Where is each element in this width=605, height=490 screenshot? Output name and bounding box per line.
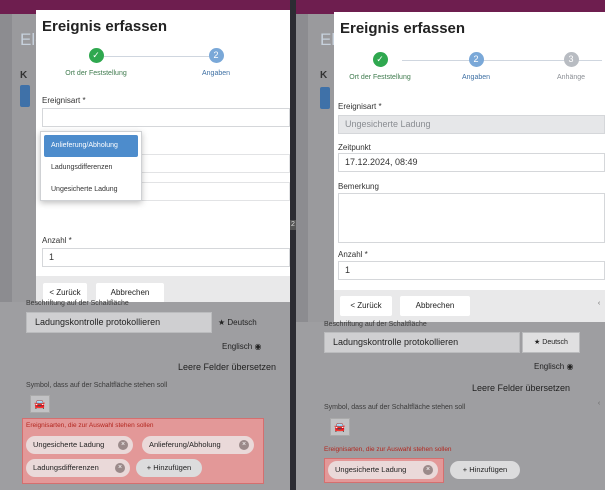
step-number: 2 (468, 52, 484, 67)
ereignisarten-label: Ereignisarten, die zur Auswahl stehen so… (26, 422, 154, 429)
deutsch-language[interactable]: ★ Deutsch (218, 318, 257, 327)
hinzufuegen-button[interactable]: + Hinzufügen (450, 461, 520, 479)
stepper: ✓ Ort der Feststellung 2 Angaben 3 Anhän… (334, 52, 605, 92)
beschriftung-label: Beschriftung auf der Schaltfläche (26, 300, 129, 307)
step-label: Anhänge (556, 74, 586, 81)
tag-label: Ladungsdifferenzen (33, 463, 99, 472)
step-label: Angaben (201, 70, 231, 77)
hinzufuegen-button[interactable]: + Hinzufügen (136, 459, 202, 477)
step-angaben[interactable]: 2 Angaben (186, 48, 246, 77)
anzahl-input[interactable]: 1 (338, 261, 605, 280)
deutsch-language[interactable]: ★ Deutsch (522, 332, 580, 353)
bemerkung-textarea[interactable] (338, 193, 605, 243)
ereignisart-select[interactable]: Ungesicherte Ladung (338, 115, 605, 134)
cancel-button[interactable]: Abbrechen (400, 296, 470, 316)
dropdown-option[interactable]: Ungesicherte Ladung (44, 179, 138, 201)
zeitpunkt-label: Zeitpunkt (338, 143, 371, 152)
step-label: Ort der Feststellung (349, 74, 411, 81)
englisch-label: Englisch (534, 362, 565, 371)
step-label: Ort der Feststellung (65, 70, 127, 77)
ereignisarten-label: Ereignisarten, die zur Auswahl stehen so… (324, 446, 452, 453)
beschriftung-input[interactable]: Ladungskontrolle protokollieren (324, 332, 520, 353)
anzahl-label: Anzahl * (42, 236, 72, 245)
ereignis-modal: Ereignis erfassen ✓ Ort der Feststellung… (334, 12, 605, 322)
hidden-field-2[interactable] (141, 182, 290, 201)
chevron-left-icon[interactable]: ‹ (593, 400, 605, 407)
car-icon[interactable]: 🚘 (330, 418, 350, 436)
background-label: K (320, 70, 328, 81)
step-ort[interactable]: ✓ Ort der Feststellung (340, 52, 420, 81)
close-icon[interactable]: × (239, 440, 249, 450)
right-screenshot-panel: Ele K Ereignis erfassen ✓ Ort der Festst… (296, 0, 605, 490)
englisch-language[interactable]: Englisch ◉ (222, 342, 261, 351)
tag-label: Ungesicherte Ladung (33, 440, 105, 449)
step-number: 2 (208, 48, 224, 63)
modal-title: Ereignis erfassen (42, 18, 168, 35)
left-screenshot-panel: Ele K Ereignis erfassen ✓ Ort der Festst… (0, 0, 290, 490)
check-icon: ✓ (88, 48, 104, 63)
ereignisart-label: Ereignisart * (42, 96, 86, 105)
globe-icon: ◉ (566, 362, 574, 371)
englisch-language[interactable]: Englisch ◉ (534, 362, 573, 371)
englisch-label: Englisch (222, 342, 253, 351)
dropdown-option[interactable]: Ladungsdifferenzen (44, 157, 138, 179)
back-button[interactable]: < Zurück (340, 296, 392, 316)
deutsch-label: Deutsch (542, 339, 568, 346)
stepper: ✓ Ort der Feststellung 2 Angaben (36, 48, 290, 88)
dropdown-option[interactable]: Anlieferung/Abholung (44, 135, 138, 157)
symbol-label: Symbol, dass auf der Schaltfläche stehen… (26, 382, 168, 389)
star-icon: ★ (534, 339, 541, 346)
step-number: 3 (563, 52, 579, 67)
background-blue-button[interactable] (320, 87, 330, 109)
ereignisart-select[interactable] (42, 108, 290, 127)
beschriftung-input[interactable]: Ladungskontrolle protokollieren (26, 312, 212, 333)
zeitpunkt-input[interactable]: 17.12.2024, 08:49 (338, 153, 605, 172)
tag-label: Anlieferung/Abholung (149, 440, 221, 449)
ereignisart-dropdown: Anlieferung/Abholung Ladungsdifferenzen … (40, 131, 142, 201)
step-label: Angaben (461, 74, 491, 81)
uebersetzen-button[interactable]: Leere Felder übersetzen (178, 362, 276, 372)
uebersetzen-button[interactable]: Leere Felder übersetzen (472, 383, 570, 393)
event-type-tag[interactable]: Ungesicherte Ladung × (328, 461, 438, 479)
event-type-tag[interactable]: Ladungsdifferenzen × (26, 459, 130, 477)
hidden-field-1[interactable] (141, 154, 290, 173)
globe-icon: ◉ (254, 342, 262, 351)
close-icon[interactable]: × (423, 465, 433, 475)
anzahl-input[interactable]: 1 (42, 248, 290, 267)
beschriftung-label: Beschriftung auf der Schaltfläche (324, 321, 427, 328)
deutsch-label: Deutsch (227, 318, 257, 327)
ereignisart-label: Ereignisart * (338, 102, 382, 111)
event-type-tag[interactable]: Anlieferung/Abholung × (142, 436, 254, 454)
modal-title: Ereignis erfassen (340, 20, 466, 37)
background-label: K (20, 70, 28, 81)
close-icon[interactable]: × (115, 463, 125, 473)
step-angaben[interactable]: 2 Angaben (446, 52, 506, 81)
step-anhaenge[interactable]: 3 Anhänge (544, 52, 598, 81)
bemerkung-label: Bemerkung (338, 182, 379, 191)
event-type-tag[interactable]: Ungesicherte Ladung × (26, 436, 133, 454)
tag-label: Ungesicherte Ladung (335, 465, 407, 474)
modal-footer: < Zurück Abbrechen (334, 290, 605, 322)
step-ort[interactable]: ✓ Ort der Feststellung (56, 48, 136, 77)
car-icon[interactable]: 🚘 (30, 395, 50, 413)
background-blue-button[interactable] (20, 85, 30, 107)
chevron-left-icon[interactable]: ‹ (593, 300, 605, 307)
close-icon[interactable]: × (118, 440, 128, 450)
check-icon: ✓ (372, 52, 388, 67)
symbol-label: Symbol, dass auf der Schaltfläche stehen… (324, 404, 466, 411)
anzahl-label: Anzahl * (338, 250, 368, 259)
star-icon: ★ (218, 318, 226, 327)
